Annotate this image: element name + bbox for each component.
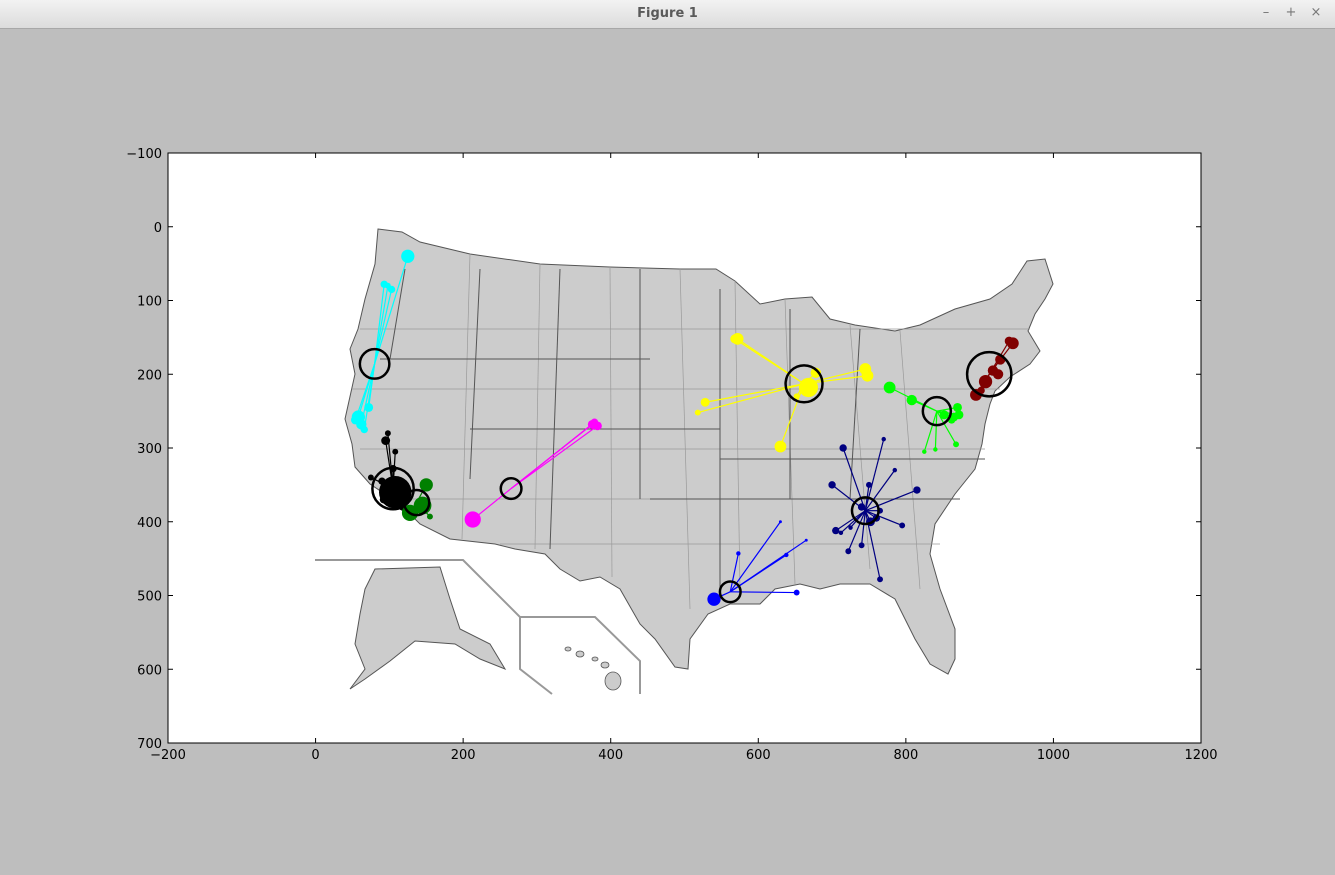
figure-canvas: −200 0 200 400 600 800 1000 1200 −100 0 100 200 300… <box>0 29 1335 875</box>
series-6-point-1 <box>1004 336 1014 346</box>
scatter-plot: −200 0 200 400 600 800 1000 1200 −1000100200300… <box>126 147 1217 763</box>
series-7-point-0 <box>839 444 847 452</box>
window-titlebar[interactable]: Figure 1 – + × <box>0 0 1335 29</box>
plus-icon: + <box>1285 5 1297 20</box>
series-1-point-1 <box>384 430 391 437</box>
close-button[interactable]: × <box>1307 4 1325 22</box>
series-7-point-5 <box>866 481 872 488</box>
y-tick-label-6: 500 <box>137 590 162 605</box>
y-tick-label-1: 0 <box>154 221 162 236</box>
series-5-point-8 <box>922 449 927 454</box>
y-tick-label-4: 300 <box>137 442 162 457</box>
y-tick-label-8: 700 <box>137 737 162 752</box>
y-tick-label-0: −100 <box>126 147 162 162</box>
series-5-point-5 <box>939 410 949 420</box>
close-icon: × <box>1310 5 1322 20</box>
series-5-point-0 <box>883 381 896 394</box>
series-3-point-3 <box>590 418 599 426</box>
series-7-point-15 <box>877 576 883 583</box>
x-tick-label-1: 0 <box>311 748 319 763</box>
series-8-point-5 <box>793 589 800 596</box>
series-0-point-0 <box>401 249 415 263</box>
x-tick-label-2: 200 <box>451 748 476 763</box>
y-tick-label-7: 600 <box>137 663 162 678</box>
series-4-point-2 <box>700 397 710 407</box>
series-8-point-3 <box>784 552 789 558</box>
series-7-point-10 <box>845 548 852 555</box>
minus-icon: – <box>1262 5 1270 20</box>
window-title: Figure 1 <box>637 6 698 21</box>
series-5-point-2 <box>953 403 962 412</box>
series-5-point-9 <box>933 447 938 452</box>
series-4-point-1 <box>730 334 740 344</box>
series-7-point-7 <box>832 526 840 535</box>
series-0-point-8 <box>350 415 360 425</box>
x-tick-label-5: 800 <box>893 748 918 763</box>
x-tick-label-3: 400 <box>598 748 623 763</box>
series-7-point-11 <box>858 542 865 549</box>
series-8-point-1 <box>736 551 741 556</box>
series-1-point-0 <box>381 436 391 446</box>
series-6-point-5 <box>992 369 1004 380</box>
series-8-point-0 <box>707 592 721 606</box>
series-7-point-9 <box>848 525 853 530</box>
series-5-point-6 <box>954 410 964 420</box>
x-tick-label-6: 1000 <box>1037 748 1070 763</box>
series-7-point-14 <box>899 522 906 529</box>
maximize-button[interactable]: + <box>1282 4 1300 22</box>
series-0-point-7 <box>360 425 368 434</box>
y-tick-label-5: 400 <box>137 516 162 531</box>
series-5-point-7 <box>953 441 959 448</box>
minimize-button[interactable]: – <box>1257 4 1275 22</box>
x-tick-label-7: 1200 <box>1184 748 1217 763</box>
series-6-point-4 <box>978 374 993 389</box>
series-4-point-9 <box>861 369 874 382</box>
y-tick-label-3: 200 <box>137 368 162 383</box>
series-7-point-1 <box>828 481 836 489</box>
series-4-point-4 <box>774 440 787 453</box>
series-7-point-8 <box>838 530 844 536</box>
series-3-point-0 <box>464 511 481 528</box>
x-tick-label-4: 600 <box>746 748 771 763</box>
figure-window: Figure 1 – + × −200 0 200 400 600 800 10… <box>0 0 1335 875</box>
series-7-point-4 <box>913 486 921 494</box>
series-1-point-4 <box>367 474 374 481</box>
series-2-point-3 <box>426 513 433 520</box>
series-8-point-4 <box>804 538 808 542</box>
series-2-point-0 <box>419 478 433 492</box>
series-5-point-1 <box>906 394 917 406</box>
y-tick-label-2: 100 <box>137 295 162 310</box>
series-7-point-6 <box>857 503 866 511</box>
series-1-point-2 <box>392 448 399 455</box>
series-7-point-2 <box>881 436 886 442</box>
series-8-point-2 <box>778 520 782 524</box>
series-0-point-3 <box>384 282 391 289</box>
series-0-point-4 <box>364 403 374 412</box>
series-1-point-8 <box>379 495 388 504</box>
series-7-point-3 <box>892 467 898 473</box>
series-4-point-3 <box>694 409 701 416</box>
series-4-point-6 <box>798 377 819 398</box>
